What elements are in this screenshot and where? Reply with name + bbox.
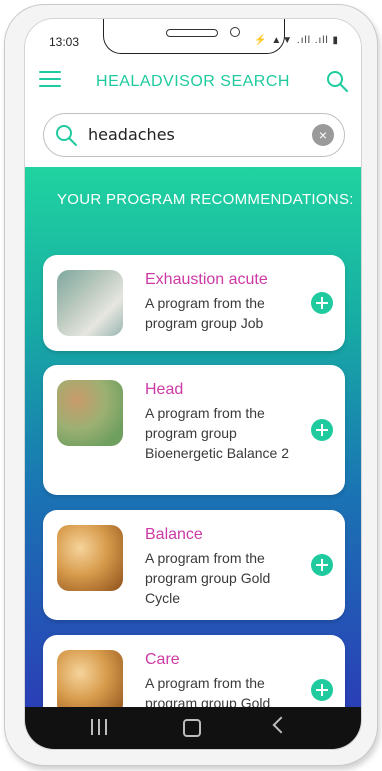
home-icon[interactable]	[183, 719, 201, 737]
search-icon[interactable]	[325, 69, 349, 93]
add-program-button[interactable]	[311, 679, 333, 701]
status-bar: 13:03 ⚡ ▲▼ .ıll .ıll ▮	[25, 19, 361, 61]
add-program-button[interactable]	[311, 419, 333, 441]
recents-bar	[91, 719, 93, 735]
program-description: A program from the program group Job	[145, 295, 265, 331]
speaker-icon	[166, 29, 218, 37]
program-title: Balance	[145, 526, 203, 543]
recommendations-panel: YOUR PROGRAM RECOMMENDATIONS: Exhaustion…	[25, 167, 361, 745]
program-title: Care	[145, 651, 180, 668]
app-header: HEALADVISOR SEARCH	[25, 61, 361, 105]
recommendations-heading-text: YOUR PROGRAM RECOMMENDATIONS:	[57, 191, 354, 208]
camera-icon	[230, 27, 240, 37]
page-title: HEALADVISOR SEARCH	[96, 73, 290, 90]
recents-bar	[98, 719, 100, 735]
recommendations-heading: YOUR PROGRAM RECOMMENDATIONS:	[57, 191, 354, 209]
add-program-button[interactable]	[311, 292, 333, 314]
recents-bar	[105, 719, 107, 735]
recents-icon[interactable]	[91, 719, 107, 735]
program-description: A program from the program group Bioener…	[145, 405, 289, 461]
search-input[interactable]: headaches	[88, 125, 175, 144]
search-field[interactable]: headaches ×	[43, 113, 345, 157]
clear-search-button[interactable]: ×	[312, 124, 334, 146]
magnifier-icon	[56, 125, 77, 146]
program-card[interactable]: Balance A program from the program group…	[43, 510, 345, 620]
program-title: Exhaustion acute	[145, 271, 268, 288]
program-thumbnail	[57, 380, 123, 446]
status-time: 13:03	[49, 35, 80, 49]
program-card[interactable]: Head A program from the program group Bi…	[43, 365, 345, 495]
android-nav-bar	[25, 707, 361, 749]
program-thumbnail	[57, 525, 123, 591]
program-card[interactable]: Exhaustion acute A program from the prog…	[43, 255, 345, 351]
status-icons: ⚡ ▲▼ .ıll .ıll ▮	[254, 35, 339, 46]
back-chevron-icon[interactable]	[272, 716, 290, 734]
add-program-button[interactable]	[311, 554, 333, 576]
phone-screen: 13:03 ⚡ ▲▼ .ıll .ıll ▮ HEALADVISOR SEARC…	[24, 18, 362, 750]
program-title: Head	[145, 381, 184, 398]
program-thumbnail	[57, 270, 123, 336]
program-description: A program from the program group Gold Cy…	[145, 550, 271, 606]
